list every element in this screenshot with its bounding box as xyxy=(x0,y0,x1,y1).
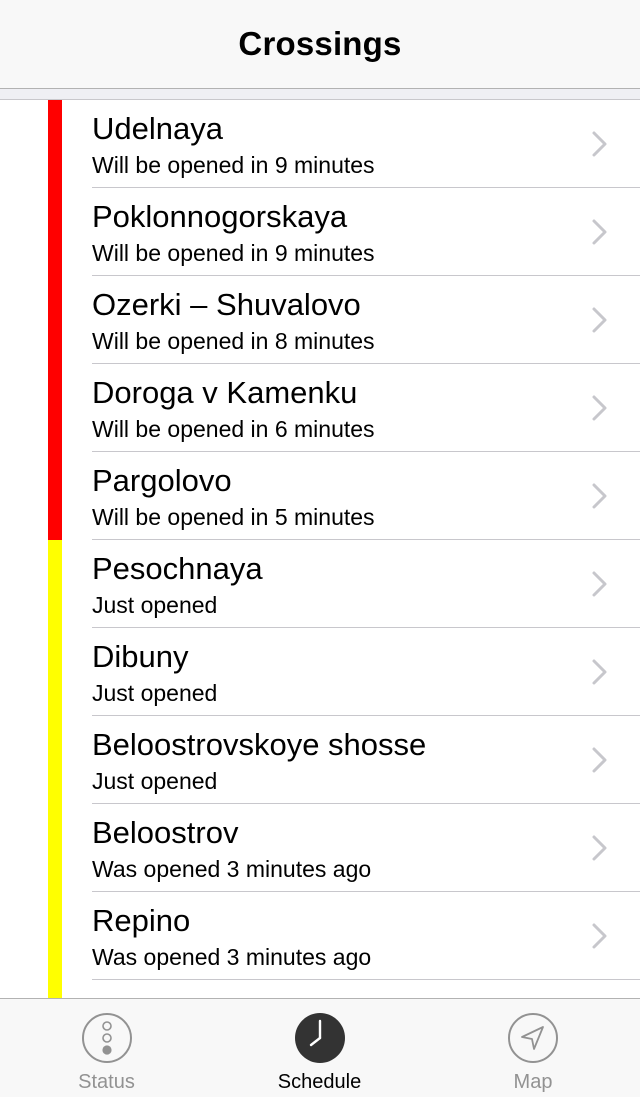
location-arrow-icon xyxy=(508,1013,558,1063)
crossings-list[interactable]: Udelnaya Will be opened in 9 minutes Poklo… xyxy=(0,100,640,998)
crossing-status-text: Will be opened in 8 minutes xyxy=(92,328,375,354)
crossing-row[interactable] xyxy=(0,980,640,998)
tab-status-label: Status xyxy=(78,1071,135,1093)
crossing-name: Pargolovo xyxy=(92,463,232,498)
chevron-right-icon xyxy=(592,659,607,685)
tab-map-label: Map xyxy=(513,1071,553,1093)
chevron-right-icon xyxy=(592,307,607,333)
crossing-status-indicator xyxy=(48,628,62,716)
tab-bar: Status Schedule Map xyxy=(0,998,640,1097)
tab-schedule[interactable]: Schedule xyxy=(213,999,426,1097)
crossing-status-indicator xyxy=(48,100,62,188)
crossing-status-indicator xyxy=(48,716,62,804)
crossing-status-indicator xyxy=(48,804,62,892)
chevron-right-icon xyxy=(592,219,607,245)
crossing-status-indicator xyxy=(48,452,62,540)
crossing-name: Beloostrov xyxy=(92,815,239,850)
crossing-row[interactable]: Udelnaya Will be opened in 9 minutes xyxy=(0,100,640,188)
crossing-status-indicator xyxy=(48,540,62,628)
crossing-name: Beloostrovskoye shosse xyxy=(92,727,427,762)
crossing-status-indicator xyxy=(48,364,62,452)
list-header-gap xyxy=(0,89,640,100)
crossing-name: Doroga v Kamenku xyxy=(92,375,358,410)
crossing-row[interactable]: Beloostrov Was opened 3 minutes ago xyxy=(0,804,640,892)
crossing-status-text: Was opened 3 minutes ago xyxy=(92,944,372,970)
chevron-right-icon xyxy=(592,131,607,157)
chevron-right-icon xyxy=(592,483,607,509)
navigation-bar: Crossings xyxy=(0,0,640,89)
crossing-status-text: Just opened xyxy=(92,592,218,618)
crossing-status-indicator xyxy=(48,892,62,980)
crossing-row[interactable]: Beloostrovskoye shosse Just opened xyxy=(0,716,640,804)
tab-schedule-label: Schedule xyxy=(277,1071,362,1093)
chevron-right-icon xyxy=(592,835,607,861)
crossing-status-text: Will be opened in 9 minutes xyxy=(92,152,375,178)
crossing-name: Dibuny xyxy=(92,639,189,674)
crossing-status-text: Just opened xyxy=(92,680,218,706)
crossing-status-indicator xyxy=(48,276,62,364)
chevron-right-icon xyxy=(592,395,607,421)
crossing-status-text: Just opened xyxy=(92,768,218,794)
crossing-status-text: Will be opened in 9 minutes xyxy=(92,240,375,266)
crossing-name: Udelnaya xyxy=(92,111,223,146)
traffic-light-icon xyxy=(81,1013,132,1063)
chevron-right-icon xyxy=(592,571,607,597)
clock-icon xyxy=(294,1013,345,1063)
crossing-row[interactable]: Ozerki – Shuvalovo Will be opened in 8 mi… xyxy=(0,276,640,364)
crossing-status-text: Will be opened in 6 minutes xyxy=(92,416,375,442)
crossing-row[interactable]: Pargolovo Will be opened in 5 minutes xyxy=(0,452,640,540)
page-title: Crossings xyxy=(238,25,402,62)
crossing-row[interactable]: Doroga v Kamenku Will be opened in 6 minu… xyxy=(0,364,640,452)
tab-map[interactable]: Map xyxy=(426,999,640,1097)
crossing-name: Pesochnaya xyxy=(92,551,263,586)
crossing-row[interactable]: Pesochnaya Just opened xyxy=(0,540,640,628)
crossing-status-text: Will be opened in 5 minutes xyxy=(92,504,375,530)
crossing-status-indicator xyxy=(48,188,62,276)
crossing-row[interactable]: Dibuny Just opened xyxy=(0,628,640,716)
crossing-row[interactable]: Repino Was opened 3 minutes ago xyxy=(0,892,640,980)
crossing-name: Ozerki – Shuvalovo xyxy=(92,287,361,322)
crossing-status-indicator xyxy=(48,980,62,998)
crossing-name: Repino xyxy=(92,903,191,938)
tab-status[interactable]: Status xyxy=(0,999,213,1097)
chevron-right-icon xyxy=(592,747,607,773)
chevron-right-icon xyxy=(592,923,607,949)
crossing-row[interactable]: Poklonnogorskaya Will be opened in 9 minu… xyxy=(0,188,640,276)
crossing-status-text: Was opened 3 minutes ago xyxy=(92,856,372,882)
crossing-name: Poklonnogorskaya xyxy=(92,199,348,234)
